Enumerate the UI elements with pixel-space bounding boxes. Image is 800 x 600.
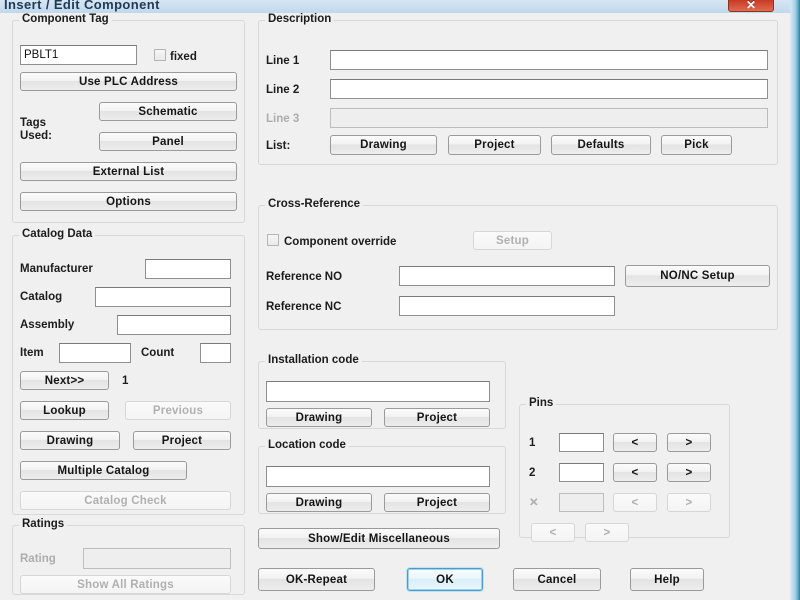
description-list-pick-button[interactable]: Pick: [661, 135, 732, 155]
count-label: Count: [141, 347, 175, 359]
line3-input: [330, 108, 768, 128]
reference-nc-input[interactable]: [399, 296, 615, 316]
lookup-button[interactable]: Lookup: [20, 401, 109, 420]
pin-row-1-prev-button[interactable]: <: [613, 433, 657, 452]
use-plc-address-button[interactable]: Use PLC Address: [20, 72, 237, 91]
insert-edit-component-dialog: Insert / Edit Component ✕ Component Tag …: [0, 0, 800, 600]
component-override-checkbox[interactable]: [267, 234, 279, 246]
catalog-index-value: 1: [122, 375, 129, 387]
catalog-label: Catalog: [20, 291, 63, 303]
pins-caption: Pins: [526, 397, 557, 409]
fixed-checkbox[interactable]: [154, 49, 166, 61]
rating-label: Rating: [20, 553, 56, 565]
cancel-button[interactable]: Cancel: [513, 568, 601, 591]
component-tag-caption: Component Tag: [19, 13, 112, 25]
item-label: Item: [20, 347, 44, 359]
window-title: Insert / Edit Component: [4, 0, 160, 12]
line3-label: Line 3: [266, 113, 300, 125]
next-button[interactable]: Next>>: [20, 371, 109, 390]
component-tag-input[interactable]: [20, 45, 137, 65]
installation-code-caption: Installation code: [265, 354, 362, 366]
installation-code-project-button[interactable]: Project: [384, 408, 490, 427]
pins-footer-prev-button: <: [531, 523, 575, 542]
component-override-label: Component override: [284, 236, 397, 248]
close-button[interactable]: ✕: [728, 0, 774, 12]
help-label: Help: [654, 573, 680, 586]
cross-reference-setup-button: Setup: [473, 231, 552, 250]
catalog-input[interactable]: [95, 287, 231, 307]
dialog-client-area: Component Tag fixed Use PLC Address Tags…: [0, 13, 800, 600]
show-edit-miscellaneous-button[interactable]: Show/Edit Miscellaneous: [258, 528, 500, 549]
catalog-data-caption: Catalog Data: [19, 228, 96, 240]
pin-row-3-next-button: >: [667, 493, 711, 512]
previous-button: Previous: [125, 401, 231, 420]
location-code-caption: Location code: [265, 439, 349, 451]
catalog-check-button: Catalog Check: [20, 491, 231, 510]
ok-repeat-label: OK-Repeat: [285, 573, 348, 586]
options-button[interactable]: Options: [20, 192, 237, 211]
item-input[interactable]: [59, 343, 131, 363]
pin-row-2-prev-button[interactable]: <: [613, 463, 657, 482]
rating-input: [83, 548, 231, 569]
pin-row-3-input: [559, 493, 604, 512]
pin-row-1-input[interactable]: [559, 433, 604, 452]
line2-input[interactable]: [330, 79, 768, 99]
pin-row-3-label: ✕: [529, 497, 539, 509]
location-code-project-button[interactable]: Project: [384, 493, 490, 512]
show-all-ratings-button: Show All Ratings: [20, 575, 231, 594]
no-nc-setup-button[interactable]: NO/NC Setup: [625, 265, 770, 287]
pin-row-3-prev-button: <: [613, 493, 657, 512]
description-list-defaults-button[interactable]: Defaults: [551, 135, 651, 155]
ok-button[interactable]: OK: [407, 568, 483, 591]
tags-used-label-line1: Tags: [20, 117, 46, 129]
cross-reference-caption: Cross-Reference: [265, 198, 364, 210]
ok-repeat-button[interactable]: OK-Repeat: [258, 568, 375, 591]
close-icon: ✕: [745, 0, 757, 12]
schematic-button[interactable]: Schematic: [99, 102, 237, 121]
catalog-drawing-button[interactable]: Drawing: [20, 431, 120, 450]
title-bar: Insert / Edit Component ✕: [0, 0, 800, 14]
line2-label: Line 2: [266, 84, 300, 96]
previous-button-label: Previous: [152, 404, 204, 417]
pin-row-1-next-button[interactable]: >: [667, 433, 711, 452]
multiple-catalog-button[interactable]: Multiple Catalog: [20, 461, 187, 480]
pins-footer-next-button: >: [585, 523, 629, 542]
installation-code-input[interactable]: [266, 381, 490, 402]
assembly-label: Assembly: [20, 319, 75, 331]
external-list-button[interactable]: External List: [20, 162, 237, 181]
line1-label: Line 1: [266, 55, 300, 67]
tags-used-label-line2: Used:: [20, 130, 52, 142]
ratings-caption: Ratings: [19, 518, 68, 530]
reference-no-input[interactable]: [399, 266, 615, 286]
pin-row-1-label: 1: [529, 437, 536, 449]
fixed-label: fixed: [170, 51, 197, 63]
assembly-input[interactable]: [117, 315, 231, 335]
help-button[interactable]: Help: [630, 568, 704, 591]
reference-no-label: Reference NO: [266, 271, 343, 283]
pin-row-2-label: 2: [529, 467, 536, 479]
panel-button[interactable]: Panel: [99, 132, 237, 151]
description-list-project-button[interactable]: Project: [448, 135, 541, 155]
pin-row-2-input[interactable]: [559, 463, 604, 482]
list-label: List:: [266, 140, 291, 152]
line1-input[interactable]: [330, 50, 768, 70]
location-code-input[interactable]: [266, 466, 490, 487]
manufacturer-input[interactable]: [145, 259, 231, 279]
reference-nc-label: Reference NC: [266, 301, 342, 313]
next-button-label: Next>>: [44, 374, 85, 387]
installation-code-drawing-button[interactable]: Drawing: [266, 408, 372, 427]
description-list-drawing-button[interactable]: Drawing: [330, 135, 437, 155]
catalog-project-button[interactable]: Project: [133, 431, 231, 450]
count-input[interactable]: [200, 343, 231, 363]
manufacturer-label: Manufacturer: [20, 263, 93, 275]
pin-row-2-next-button[interactable]: >: [667, 463, 711, 482]
location-code-drawing-button[interactable]: Drawing: [266, 493, 372, 512]
description-caption: Description: [265, 13, 335, 25]
